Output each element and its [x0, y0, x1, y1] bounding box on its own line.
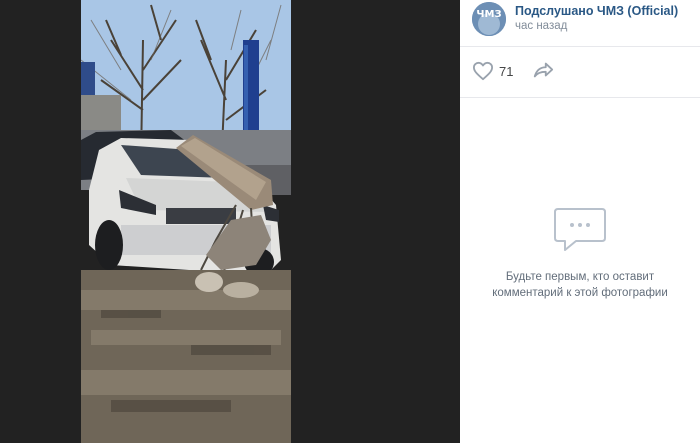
share-button[interactable] [532, 59, 556, 83]
share-arrow-icon [533, 62, 554, 78]
photo-viewer [0, 0, 460, 443]
empty-comments-text: Будьте первым, кто оставит комментарий к… [492, 271, 668, 299]
avatar[interactable]: ЧМЗ [472, 2, 506, 36]
comments-empty-state: Будьте первым, кто оставит комментарий к… [460, 205, 700, 301]
post-sidebar: ЧМЗ Подслушано ЧМЗ (Official) час назад … [460, 0, 700, 443]
post-photo[interactable] [81, 0, 291, 443]
post-header: ЧМЗ Подслушано ЧМЗ (Official) час назад [460, 0, 700, 46]
divider [460, 97, 700, 98]
post-actions: 71 [460, 47, 700, 97]
like-button[interactable]: 71 [472, 59, 513, 83]
author-name[interactable]: Подслушано ЧМЗ (Official) [515, 4, 678, 18]
avatar-logo-text: ЧМЗ [476, 9, 501, 20]
like-count: 71 [499, 63, 514, 79]
comment-bubble-icon [554, 208, 606, 251]
post-time[interactable]: час назад [515, 20, 567, 32]
heart-icon [472, 61, 493, 81]
